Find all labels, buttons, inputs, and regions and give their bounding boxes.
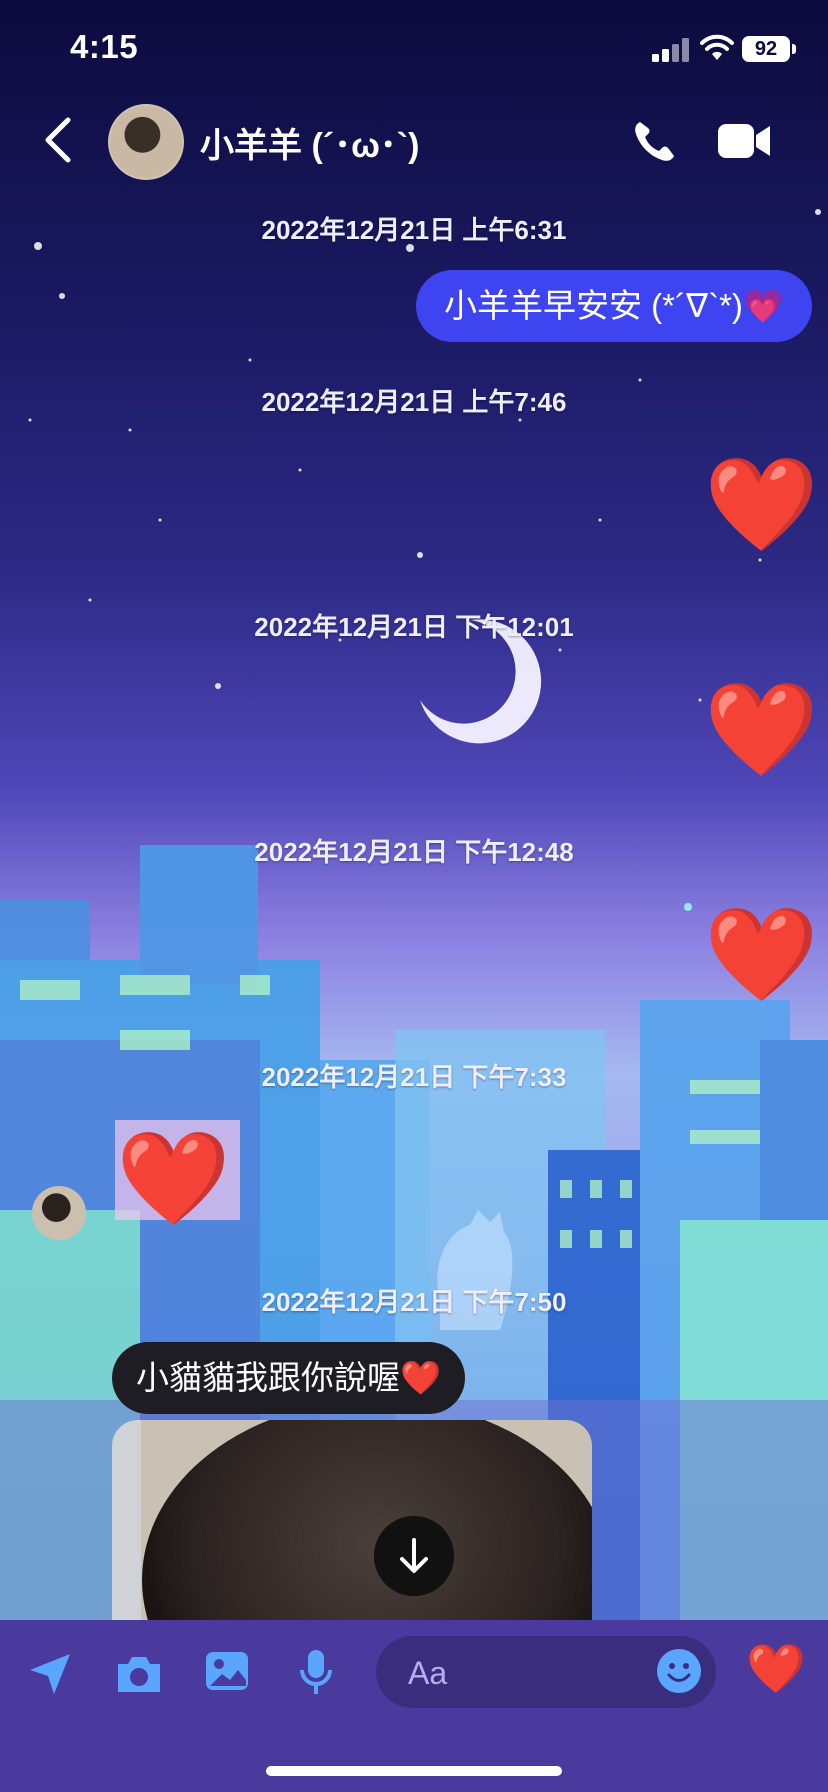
message-input[interactable]: [406, 1636, 650, 1710]
timestamp: 2022年12月21日 下午12:01: [254, 612, 574, 642]
incoming-heart-emoji[interactable]: ❤️: [116, 1126, 231, 1233]
camera-icon[interactable]: [114, 1652, 164, 1696]
timestamp: 2022年12月21日 下午7:33: [261, 1062, 567, 1092]
cellular-signal-icon: [652, 38, 689, 62]
video-call-icon[interactable]: [716, 120, 772, 162]
emoji-icon[interactable]: [656, 1648, 702, 1694]
contact-name[interactable]: 小羊羊 (´･ω･`): [200, 118, 419, 167]
outgoing-heart-emoji[interactable]: ❤️: [704, 452, 819, 559]
timestamp: 2022年12月21日 下午12:48: [254, 837, 574, 867]
incoming-message-bubble[interactable]: 小貓貓我跟你說喔❤️: [112, 1342, 466, 1414]
sender-avatar[interactable]: [32, 1186, 86, 1240]
contact-avatar[interactable]: [108, 104, 184, 180]
gallery-image-icon[interactable]: [204, 1648, 250, 1694]
status-time: 4:15: [70, 28, 139, 65]
timestamp: 2022年12月21日 上午6:31: [261, 215, 567, 245]
like-heart-button[interactable]: ❤️: [746, 1640, 806, 1697]
outgoing-heart-emoji[interactable]: ❤️: [704, 902, 819, 1009]
battery-indicator: 92: [742, 36, 790, 62]
phone-call-icon[interactable]: [630, 116, 680, 166]
outgoing-heart-emoji[interactable]: ❤️: [704, 677, 819, 784]
scroll-to-bottom-button[interactable]: [374, 1516, 454, 1596]
back-button[interactable]: [40, 112, 80, 168]
incoming-photo-message[interactable]: [112, 1420, 592, 1620]
timestamp: 2022年12月21日 上午7:46: [261, 387, 567, 417]
timestamp: 2022年12月21日 下午7:50: [261, 1287, 567, 1317]
microphone-icon[interactable]: [298, 1648, 334, 1698]
photo-content: [142, 1420, 592, 1620]
location-arrow-icon[interactable]: [26, 1650, 74, 1698]
battery-tip: [792, 44, 796, 54]
wifi-icon: [700, 34, 734, 60]
home-indicator: [266, 1766, 562, 1776]
outgoing-message-bubble[interactable]: 小羊羊早安安 (*´∇`*)💗: [416, 270, 812, 342]
